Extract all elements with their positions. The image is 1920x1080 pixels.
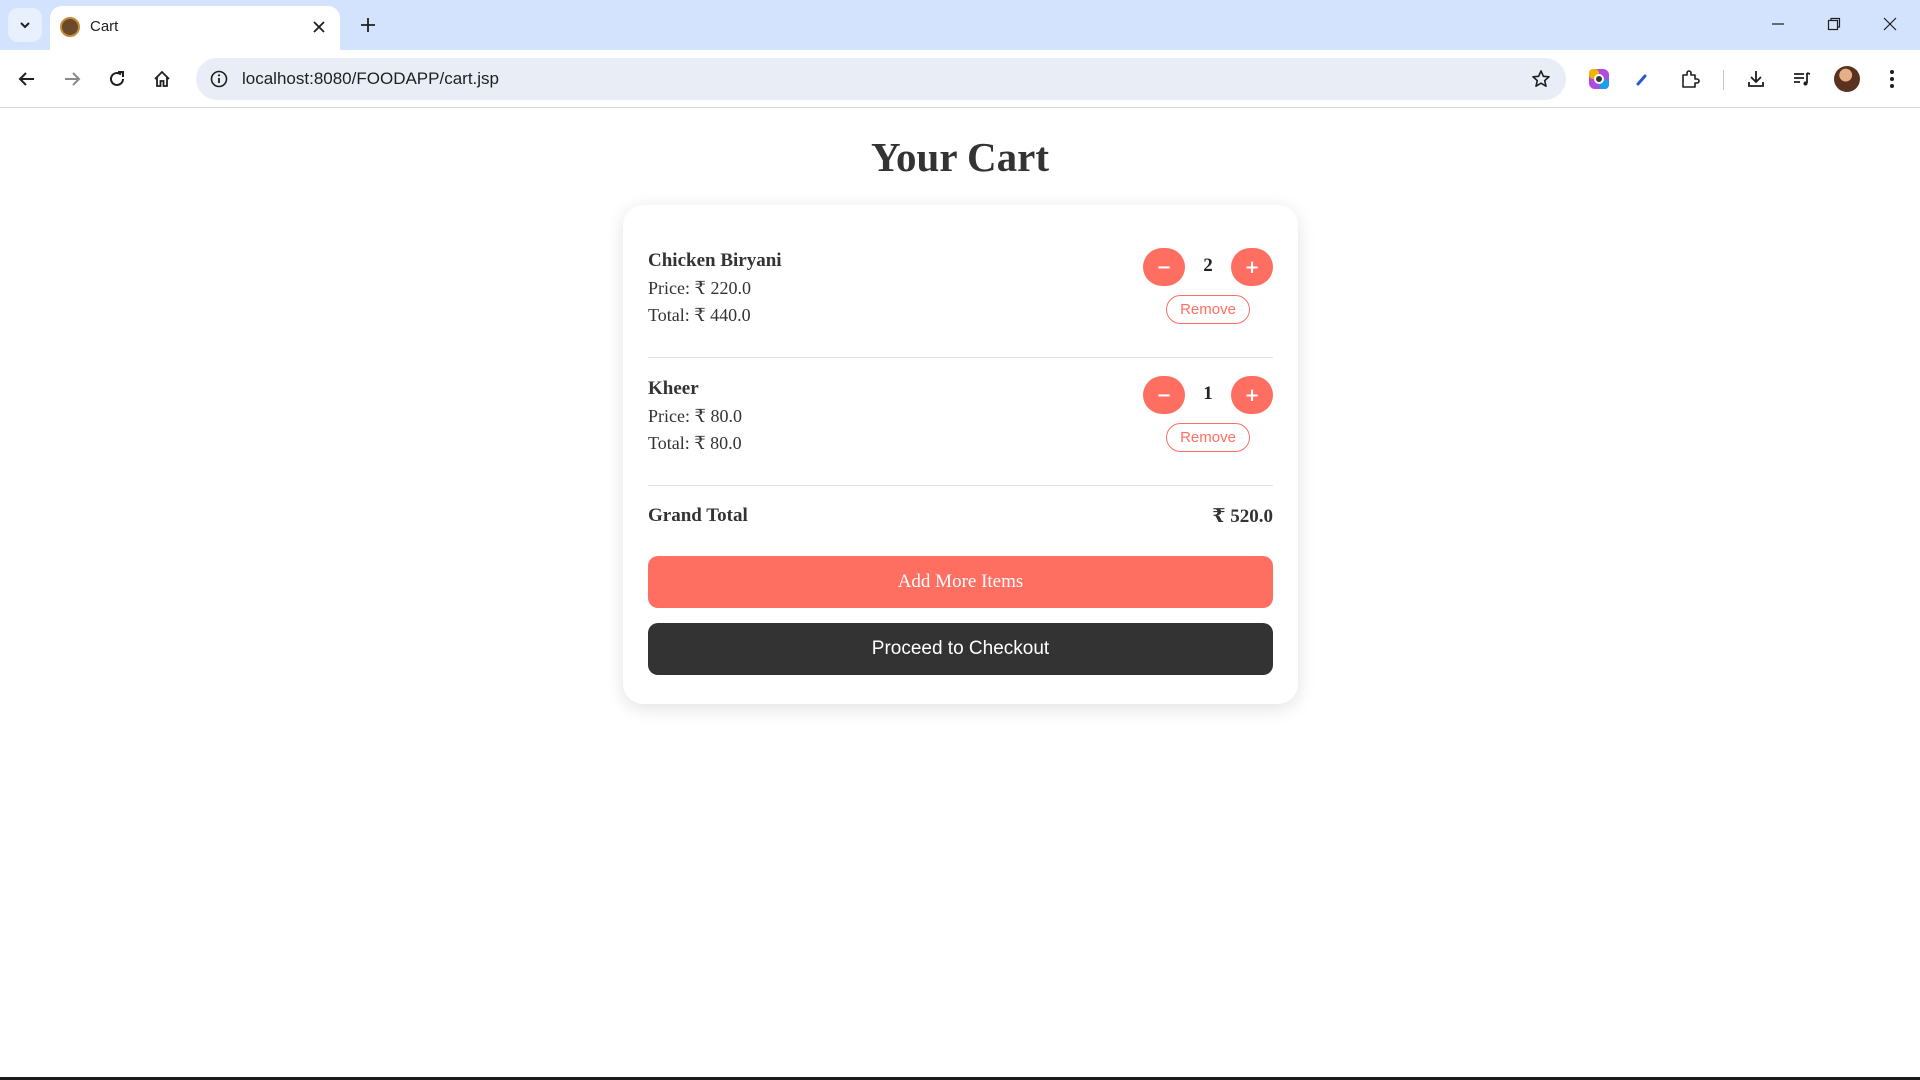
cart-item: Chicken Biryani Price: ₹ 220.0 Total: ₹ …: [648, 230, 1273, 358]
item-name: Chicken Biryani: [648, 250, 782, 271]
grand-total-label: Grand Total: [648, 505, 748, 526]
remove-item-button[interactable]: Remove: [1166, 423, 1250, 452]
tab-title: Cart: [90, 18, 119, 35]
cart-page: Your Cart Chicken Biryani Price: ₹ 220.0…: [0, 109, 1920, 1077]
address-bar[interactable]: localhost:8080/FOODAPP/cart.jsp: [196, 58, 1566, 100]
extensions-button[interactable]: [1674, 63, 1706, 95]
pen-extension-icon: [1636, 74, 1647, 86]
back-button[interactable]: [9, 61, 45, 97]
increase-quantity-button[interactable]: +: [1231, 248, 1273, 286]
media-queue-button[interactable]: [1786, 63, 1818, 95]
home-icon: [154, 70, 170, 87]
color-extension-icon: [1589, 69, 1609, 89]
decrease-quantity-button[interactable]: −: [1143, 248, 1185, 286]
grand-total-value: ₹ 520.0: [1212, 506, 1273, 527]
reload-icon: [110, 71, 124, 86]
media-queue-icon: [1794, 72, 1811, 86]
decrease-quantity-button[interactable]: −: [1143, 376, 1185, 414]
item-total: Total: ₹ 440.0: [648, 305, 751, 325]
home-button[interactable]: [144, 61, 180, 97]
info-icon: [210, 70, 228, 88]
menu-dots-icon: [1890, 70, 1894, 88]
quantity-value: 2: [1203, 255, 1213, 276]
downloads-button[interactable]: [1740, 63, 1772, 95]
window-close-button[interactable]: [1862, 0, 1918, 48]
chevron-down-icon: [20, 22, 30, 29]
increase-quantity-button[interactable]: +: [1231, 376, 1273, 414]
site-info-button[interactable]: [206, 66, 232, 92]
back-icon: [18, 72, 34, 86]
window-close-icon: [1883, 17, 1897, 31]
item-price: Price: ₹ 80.0: [648, 406, 742, 426]
forward-button[interactable]: [54, 61, 90, 97]
minimize-icon: [1772, 23, 1784, 25]
browser-toolbar: localhost:8080/FOODAPP/cart.jsp: [0, 50, 1920, 108]
remove-item-button[interactable]: Remove: [1166, 295, 1250, 324]
tab-strip: Cart: [0, 0, 1920, 50]
restore-button[interactable]: [1806, 0, 1862, 48]
page-title: Your Cart: [870, 134, 1050, 180]
download-icon: [1748, 71, 1764, 87]
star-icon: [1532, 70, 1550, 87]
reload-button[interactable]: [99, 61, 135, 97]
toolbar-separator: [1723, 70, 1724, 90]
item-price: Price: ₹ 220.0: [648, 278, 751, 298]
tab-search-button[interactable]: [8, 8, 42, 42]
close-icon: [313, 21, 325, 33]
tab-close-button[interactable]: [308, 16, 330, 38]
color-extension-button[interactable]: [1583, 63, 1615, 95]
cart-item: Kheer Price: ₹ 80.0 Total: ₹ 80.0 − 1 + …: [648, 358, 1273, 486]
restore-icon: [1827, 17, 1841, 31]
minimize-button[interactable]: [1750, 0, 1806, 48]
proceed-to-checkout-button[interactable]: Proceed to Checkout: [648, 623, 1273, 675]
grand-total-row: Grand Total ₹ 520.0: [648, 505, 1273, 535]
add-more-items-button[interactable]: Add More Items: [648, 556, 1273, 608]
quantity-value: 1: [1203, 383, 1213, 404]
bookmark-button[interactable]: [1528, 66, 1554, 92]
new-tab-button[interactable]: [352, 9, 384, 41]
browser-menu-button[interactable]: [1876, 63, 1908, 95]
forward-icon: [65, 72, 81, 86]
browser-tab-cart[interactable]: Cart: [50, 6, 340, 50]
item-name: Kheer: [648, 378, 699, 399]
cart-card: Chicken Biryani Price: ₹ 220.0 Total: ₹ …: [623, 205, 1298, 704]
plus-icon: [361, 18, 375, 32]
profile-avatar[interactable]: [1834, 66, 1860, 92]
url-text[interactable]: localhost:8080/FOODAPP/cart.jsp: [242, 69, 499, 89]
item-total: Total: ₹ 80.0: [648, 433, 742, 453]
favicon-icon: [60, 17, 80, 37]
extensions-puzzle-icon: [1682, 70, 1700, 88]
pen-extension-button[interactable]: [1627, 63, 1659, 95]
